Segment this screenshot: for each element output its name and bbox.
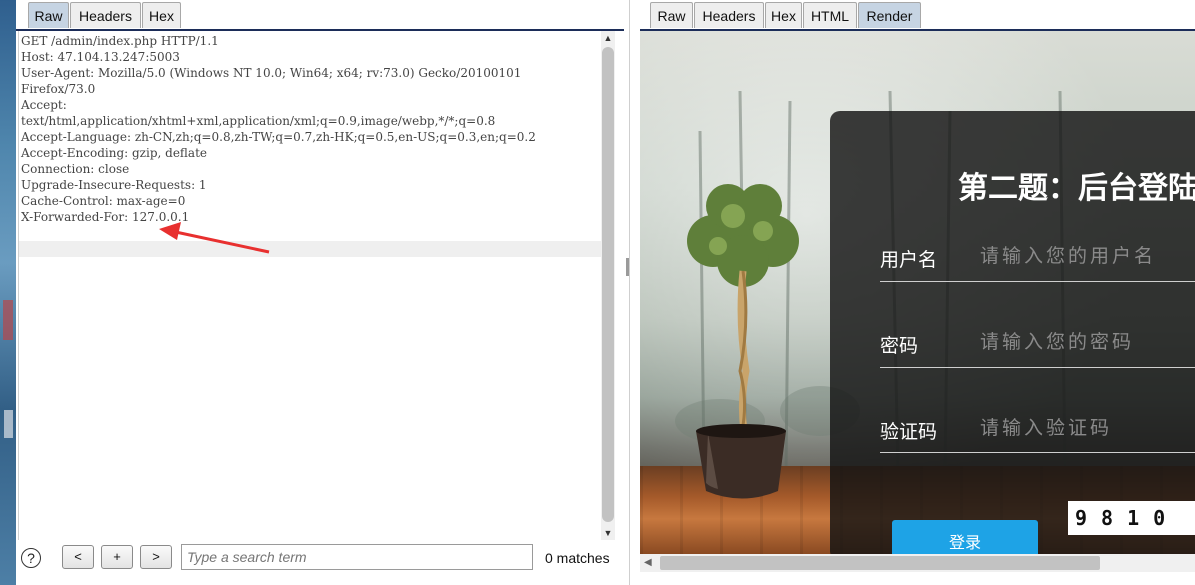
tab-raw[interactable]: Raw: [28, 2, 69, 28]
scroll-up-arrow-icon[interactable]: ▲: [601, 31, 615, 45]
username-field[interactable]: [978, 240, 1195, 272]
scroll-down-arrow-icon[interactable]: ▼: [601, 526, 615, 540]
login-form: 第二题：后台登陆 用户名 密码 验证码 登录 9810: [830, 111, 1195, 554]
horizontal-scroll-thumb[interactable]: [660, 556, 1100, 570]
scroll-thumb[interactable]: [602, 47, 614, 522]
username-label: 用户名: [880, 249, 938, 271]
password-underline: [880, 367, 1195, 368]
password-label: 密码: [880, 335, 919, 357]
next-button[interactable]: >: [140, 545, 172, 569]
request-text[interactable]: GET /admin/index.php HTTP/1.1 Host: 47.1…: [19, 31, 602, 225]
tab-html[interactable]: HTML: [803, 2, 857, 28]
tab-hex[interactable]: Hex: [142, 2, 181, 28]
search-input[interactable]: [181, 544, 533, 570]
previous-button[interactable]: <: [62, 545, 94, 569]
scroll-left-arrow-icon[interactable]: ◀: [644, 557, 652, 568]
rendered-page: 第二题：后台登陆 用户名 密码 验证码 登录 9810: [640, 31, 1195, 554]
captcha-field[interactable]: [978, 412, 1195, 444]
password-field[interactable]: [978, 326, 1195, 358]
search-bar: ? < + > 0 matches: [16, 540, 624, 576]
desktop-edge-strip: [0, 0, 16, 585]
captcha-image[interactable]: 9810: [1068, 501, 1195, 535]
response-horizontal-scrollbar[interactable]: ◀: [640, 554, 1195, 572]
current-line-highlight: [19, 241, 602, 257]
captcha-label: 验证码: [880, 421, 938, 443]
add-button[interactable]: +: [101, 545, 133, 569]
match-count: 0 matches: [545, 550, 610, 566]
tab-headers[interactable]: Headers: [70, 2, 141, 28]
tab-render[interactable]: Render: [858, 2, 921, 28]
divider-line: [629, 0, 630, 585]
login-button[interactable]: 登录: [892, 520, 1038, 554]
help-button[interactable]: ?: [21, 548, 41, 568]
request-vertical-scrollbar[interactable]: ▲ ▼: [601, 31, 615, 540]
username-underline: [880, 281, 1195, 282]
page-title: 第二题：后台登陆: [958, 171, 1195, 206]
captcha-underline: [880, 452, 1195, 453]
request-editor[interactable]: GET /admin/index.php HTTP/1.1 Host: 47.1…: [18, 31, 602, 540]
tab-headers[interactable]: Headers: [694, 2, 764, 28]
divider-grip[interactable]: [626, 258, 629, 276]
tab-hex[interactable]: Hex: [765, 2, 802, 28]
pane-divider[interactable]: [624, 0, 640, 585]
potted-tree-image: [687, 184, 799, 499]
response-panel: Raw Headers Hex HTML Render 第二题：后台登陆 用户名…: [640, 0, 1195, 585]
request-tab-bar: Raw Headers Hex: [16, 0, 624, 31]
response-tab-bar: Raw Headers Hex HTML Render: [640, 0, 1195, 31]
tab-raw[interactable]: Raw: [650, 2, 693, 28]
